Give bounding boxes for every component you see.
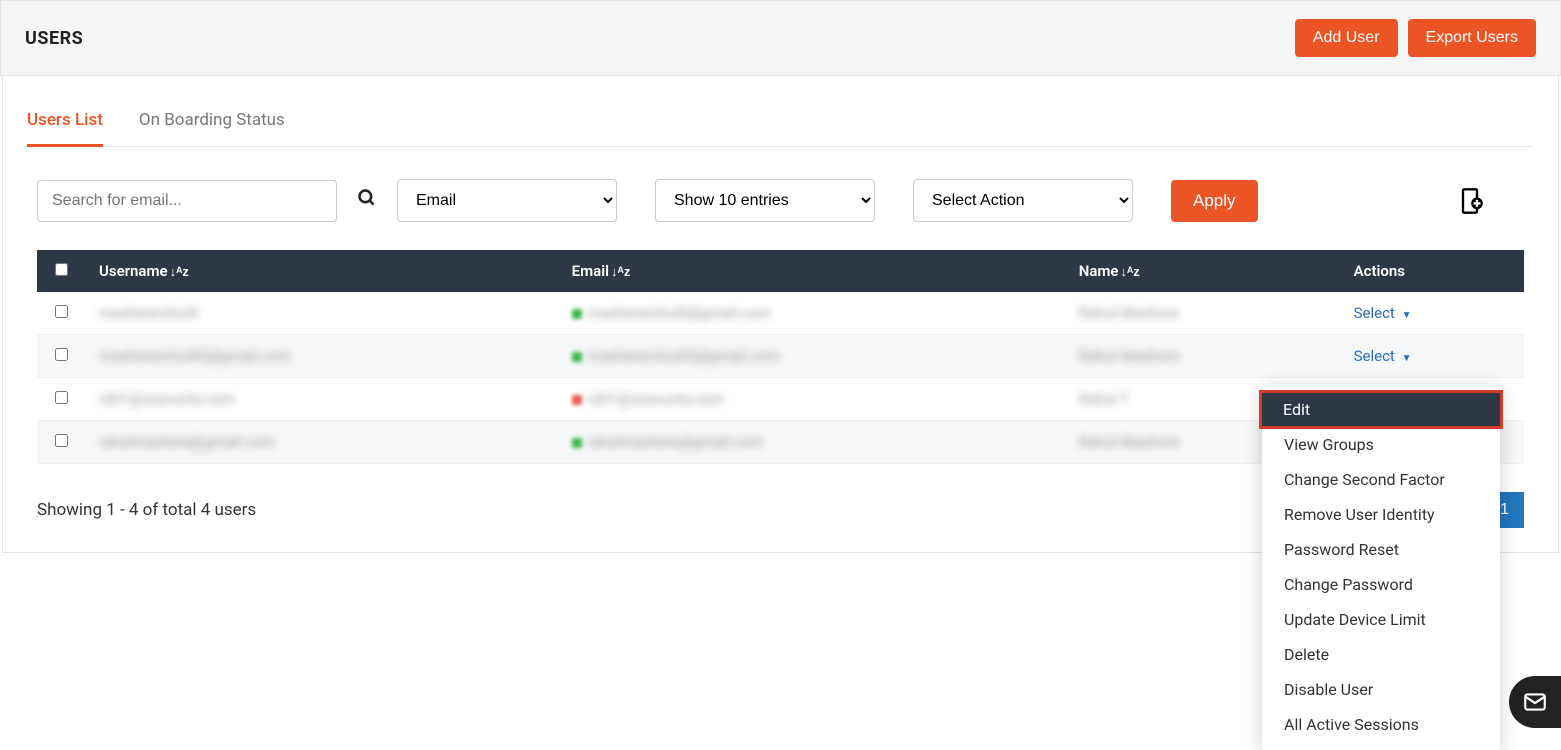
dropdown-item-disable-user[interactable]: Disable User [1262,672,1500,707]
dropdown-item-all-active-sessions[interactable]: All Active Sessions [1262,707,1500,742]
mail-icon [1522,689,1548,715]
dropdown-item-change-password[interactable]: Change Password [1262,567,1500,602]
name-cell: Rahul Mashore [1079,433,1179,451]
sort-icon: ↓ᴬᴢ [1120,265,1139,280]
email-cell: rahulmashere@gmail.com [588,433,763,451]
apply-button[interactable]: Apply [1171,180,1258,222]
username-cell: rahulmashere@gmail.com [99,433,274,451]
add-user-button[interactable]: Add User [1295,19,1398,57]
name-cell: Rahul Mashore [1079,347,1179,365]
controls-row: Email Show 10 entries Select Action Appl… [27,179,1534,222]
dropdown-item-change-second-factor[interactable]: Change Second Factor [1262,462,1500,497]
chat-fab[interactable] [1509,676,1561,728]
dropdown-item-delete[interactable]: Delete [1262,637,1500,672]
row-checkbox[interactable] [55,434,68,447]
select-all-checkbox[interactable] [55,263,68,276]
row-select-action[interactable]: Select ▼ [1354,347,1412,365]
sort-icon: ↓ᴬᴢ [611,265,630,280]
dropdown-item-remove-user-identity[interactable]: Remove User Identity [1262,497,1500,532]
table-row: masherarshul0 masherarshul0@gmail.com Rahu… [37,292,1524,335]
col-name[interactable]: Name↓ᴬᴢ [1065,250,1340,292]
showing-text: Showing 1 - 4 of total 4 users [37,500,256,520]
search-icon[interactable] [357,188,377,213]
email-cell: rd01@xsecurity.com [588,390,724,408]
header-actions: Add User Export Users [1295,19,1536,57]
table-row: masherarshul40@gmail.com masherarshul40@g… [37,335,1524,378]
username-cell: masherarshul40@gmail.com [99,347,291,365]
dropdown-item-edit[interactable]: Edit [1261,392,1501,427]
status-dot [572,309,582,319]
tabs: Users List On Boarding Status [27,76,1534,147]
col-email[interactable]: Email↓ᴬᴢ [558,250,1065,292]
row-select-action[interactable]: Select ▼ [1354,304,1412,322]
table-header-row: Username↓ᴬᴢ Email↓ᴬᴢ Name↓ᴬᴢ Actions [37,250,1524,292]
email-cell: masherarshul40@gmail.com [588,347,780,365]
name-cell: Rahul Mashore [1079,304,1179,322]
status-dot [572,352,582,362]
username-cell: rd01@xsecurity.com [99,390,235,408]
status-dot [572,395,582,405]
row-checkbox[interactable] [55,305,68,318]
dropdown-item-password-reset[interactable]: Password Reset [1262,532,1500,567]
col-username[interactable]: Username↓ᴬᴢ [85,250,558,292]
page-title: USERS [25,28,83,49]
name-cell: Rahul T [1079,390,1129,408]
col-actions: Actions [1340,250,1524,292]
username-cell: masherarshul0 [99,304,199,322]
dropdown-item-update-device-limit[interactable]: Update Device Limit [1262,602,1500,637]
page-header: USERS Add User Export Users [0,0,1561,76]
search-input[interactable] [37,180,337,222]
export-users-button[interactable]: Export Users [1408,19,1536,57]
email-cell: masherarshul0@gmail.com [588,304,772,322]
tab-users-list[interactable]: Users List [27,100,103,147]
entries-select[interactable]: Show 10 entries [655,179,875,222]
sort-icon: ↓ᴬᴢ [170,265,189,280]
dropdown-item-view-groups[interactable]: View Groups [1262,427,1500,462]
filter-by-select[interactable]: Email [397,179,617,222]
bulk-action-select[interactable]: Select Action [913,179,1133,222]
row-checkbox[interactable] [55,391,68,404]
tab-onboarding-status[interactable]: On Boarding Status [139,100,285,147]
row-checkbox[interactable] [55,348,68,361]
actions-dropdown: EditView GroupsChange Second FactorRemov… [1262,384,1500,750]
status-dot [572,438,582,448]
add-device-icon[interactable] [1456,187,1484,215]
